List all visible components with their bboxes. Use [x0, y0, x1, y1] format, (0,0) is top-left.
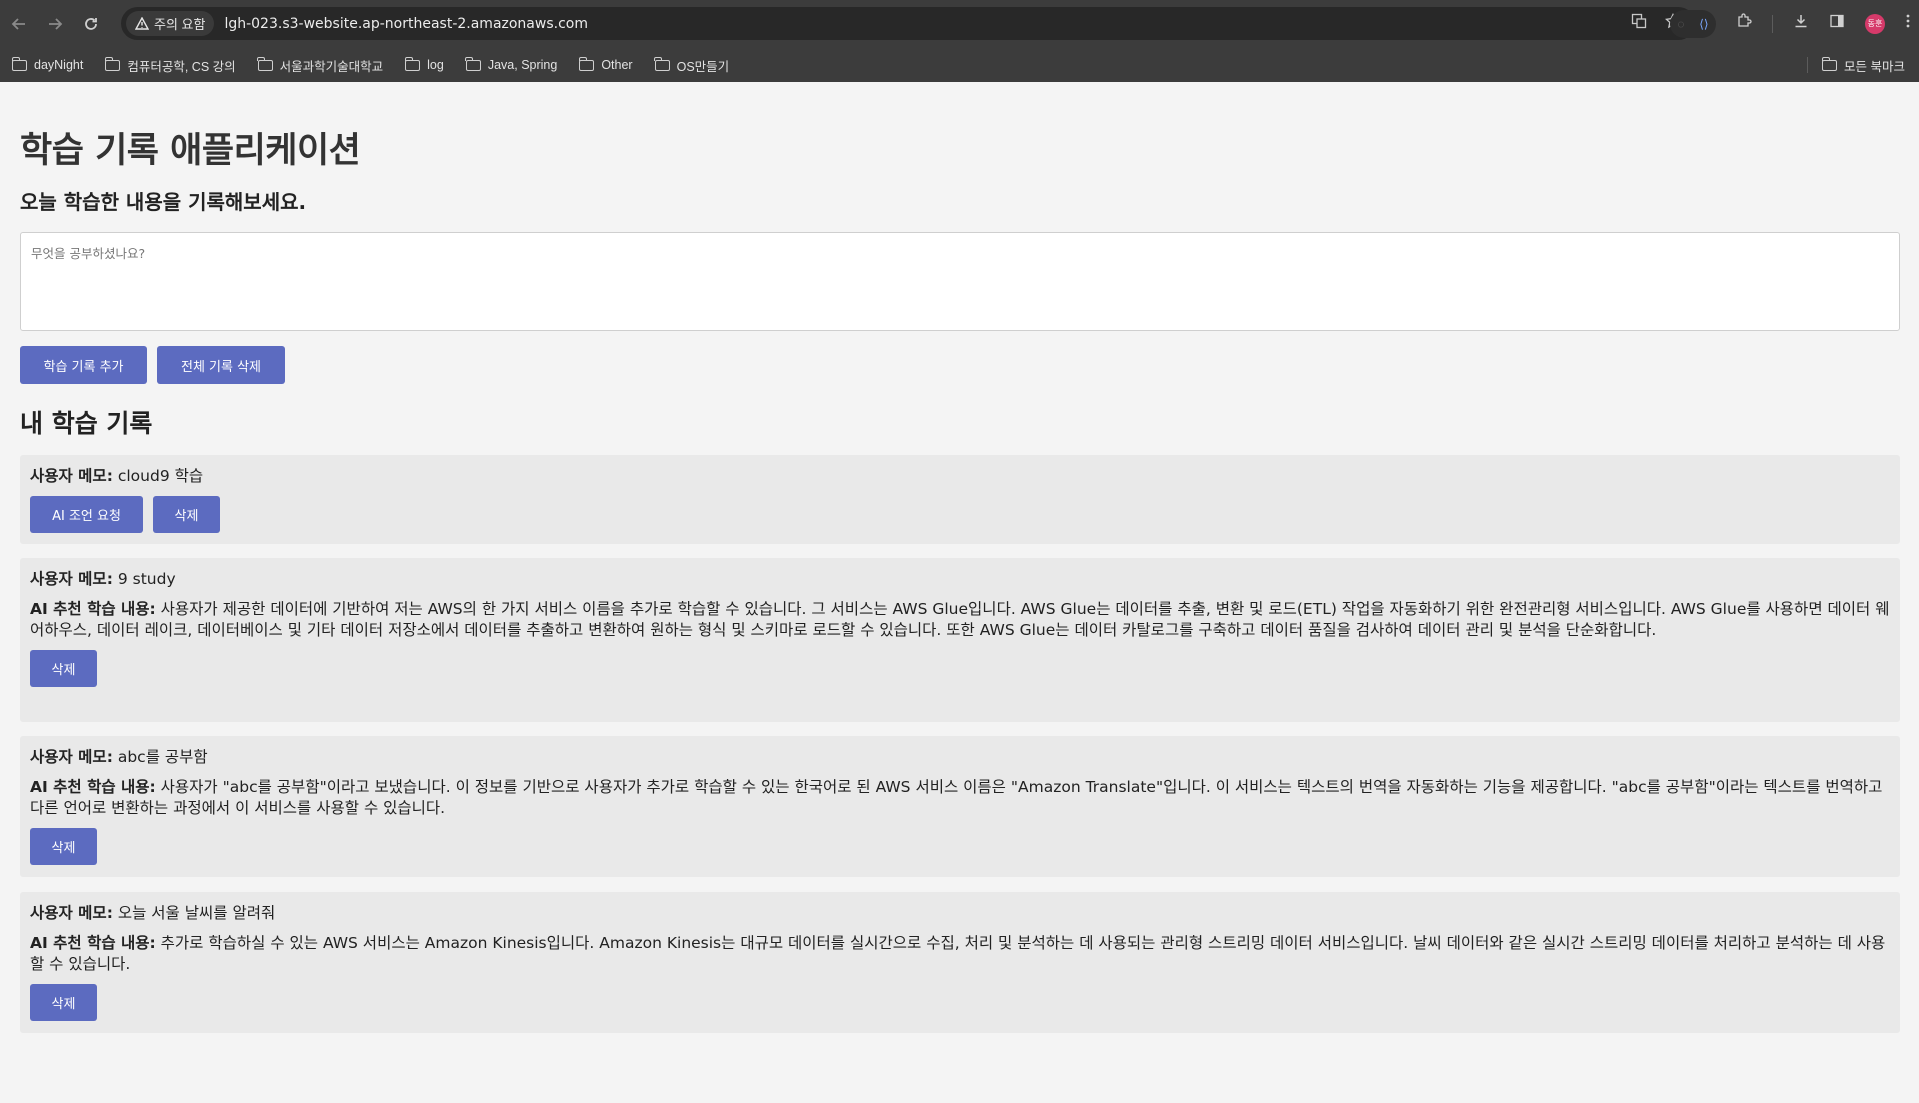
menu-kebab-icon[interactable] — [1905, 13, 1911, 34]
record-memo: 사용자 메모: cloud9 학습 — [30, 466, 1890, 487]
delete-all-button[interactable]: 전체 기록 삭제 — [157, 346, 285, 384]
extensions-slot[interactable]: ◌ ⟨⟩ — [1670, 9, 1716, 38]
security-label: 주의 요함 — [154, 17, 206, 32]
add-record-button[interactable]: 학습 기록 추가 — [20, 346, 147, 384]
browser-toolbar: 주의 요함 lgh-023.s3-website.ap-northeast-2.… — [0, 0, 1919, 47]
download-icon[interactable] — [1793, 13, 1809, 34]
back-button[interactable] — [2, 7, 36, 41]
back-arrow-icon — [11, 17, 25, 30]
delete-button[interactable]: 삭제 — [30, 828, 97, 865]
records-heading: 내 학습 기록 — [20, 409, 153, 438]
page-content: 학습 기록 애플리케이션 오늘 학습한 내용을 기록해보세요. 학습 기록 추가… — [0, 82, 1919, 1103]
bookmarks-bar: dayNight 컴퓨터공학, CS 강의 서울과학기술대학교 log Java… — [0, 48, 1919, 82]
record-card: 사용자 메모: abc를 공부함 AI 추천 학습 내용: 사용자가 "abc를… — [20, 736, 1900, 877]
forward-arrow-icon — [49, 17, 63, 30]
extension-icon: ⟨⟩ — [1699, 16, 1709, 31]
folder-icon — [404, 56, 421, 71]
record-memo: 사용자 메모: abc를 공부함 — [30, 747, 1890, 768]
all-bookmarks-button[interactable]: 모든 북마크 — [1821, 56, 1905, 75]
translate-icon[interactable] — [1631, 13, 1647, 34]
record-memo: 사용자 메모: 9 study — [30, 569, 1890, 590]
all-bookmarks-area: 모든 북마크 — [1807, 48, 1905, 82]
bookmark-folder[interactable]: log — [404, 56, 444, 72]
record-card: 사용자 메모: cloud9 학습 AI 조언 요청 삭제 — [20, 455, 1900, 544]
bookmarks-divider — [1807, 57, 1809, 73]
bookmark-folder[interactable]: 서울과학기술대학교 — [257, 56, 384, 75]
bookmark-folder[interactable]: Other — [578, 56, 633, 72]
bookmark-label: 서울과학기술대학교 — [279, 59, 384, 74]
bookmark-label: Other — [601, 58, 633, 72]
browser-chrome: 주의 요함 lgh-023.s3-website.ap-northeast-2.… — [0, 0, 1919, 82]
folder-icon — [578, 56, 595, 71]
bookmark-label: OS만들기 — [676, 59, 730, 74]
record-actions: 삭제 — [30, 984, 1890, 1021]
forward-button[interactable] — [38, 7, 72, 41]
security-chip[interactable]: 주의 요함 — [126, 11, 215, 36]
ai-label: AI 추천 학습 내용: — [30, 778, 156, 796]
input-prompt: 오늘 학습한 내용을 기록해보세요. — [20, 190, 307, 214]
folder-icon — [104, 56, 121, 71]
record-card: 사용자 메모: 오늘 서울 날씨를 알려줘 AI 추천 학습 내용: 추가로 학… — [20, 892, 1900, 1033]
study-memo-input[interactable] — [20, 232, 1900, 331]
folder-icon — [257, 56, 273, 71]
bookmark-folder[interactable]: dayNight — [11, 56, 84, 72]
memo-text: cloud9 학습 — [117, 467, 204, 485]
folder-icon — [1821, 56, 1838, 71]
toolbar-divider — [1772, 14, 1773, 33]
record-ai-recommendation: AI 추천 학습 내용: 추가로 학습하실 수 있는 AWS 서비스는 Amaz… — [30, 933, 1890, 975]
memo-label: 사용자 메모: — [30, 570, 113, 588]
bookmark-label: log — [427, 58, 444, 72]
bookmark-label: 모든 북마크 — [1844, 59, 1905, 74]
url-text: lgh-023.s3-website.ap-northeast-2.amazon… — [224, 15, 588, 32]
delete-button[interactable]: 삭제 — [153, 496, 220, 533]
delete-button[interactable]: 삭제 — [30, 650, 97, 687]
memo-label: 사용자 메모: — [30, 467, 113, 485]
bookmark-label: 컴퓨터공학, CS 강의 — [127, 59, 236, 74]
memo-label: 사용자 메모: — [30, 904, 113, 922]
memo-text: 9 study — [117, 570, 176, 588]
bookmark-label: dayNight — [34, 58, 84, 72]
memo-text: abc를 공부함 — [117, 748, 208, 766]
record-actions: AI 조언 요청 삭제 — [30, 496, 1890, 533]
ai-text: 사용자가 "abc를 공부함"이라고 보냈습니다. 이 정보를 기반으로 사용자… — [30, 778, 1883, 817]
record-ai-recommendation: AI 추천 학습 내용: 사용자가 "abc를 공부함"이라고 보냈습니다. 이… — [30, 777, 1890, 819]
ai-text: 추가로 학습하실 수 있는 AWS 서비스는 Amazon Kinesis입니다… — [30, 934, 1886, 973]
memo-text: 오늘 서울 날씨를 알려줘 — [117, 904, 276, 922]
record-memo: 사용자 메모: 오늘 서울 날씨를 알려줘 — [30, 903, 1890, 924]
side-panel-icon[interactable] — [1829, 13, 1845, 34]
reload-button[interactable] — [74, 7, 108, 41]
bookmark-label: Java, Spring — [487, 58, 558, 72]
browser-right-tools: ◌ ⟨⟩ 동훈 — [1670, 7, 1911, 40]
warning-icon — [135, 17, 149, 30]
ai-label: AI 추천 학습 내용: — [30, 600, 156, 618]
bookmark-folder[interactable]: OS만들기 — [654, 56, 730, 75]
folder-icon — [11, 56, 27, 71]
reload-icon — [85, 17, 97, 30]
bookmark-folder[interactable]: 컴퓨터공학, CS 강의 — [104, 56, 236, 75]
spinner-icon: ◌ — [1677, 16, 1685, 31]
folder-icon — [654, 56, 670, 71]
memo-label: 사용자 메모: — [30, 748, 113, 766]
bookmark-folder[interactable]: Java, Spring — [465, 56, 558, 72]
page-title: 학습 기록 애플리케이션 — [20, 131, 361, 171]
record-ai-recommendation: AI 추천 학습 내용: 사용자가 제공한 데이터에 기반하여 저는 AWS의 … — [30, 599, 1890, 641]
address-bar[interactable]: 주의 요함 lgh-023.s3-website.ap-northeast-2.… — [121, 7, 1695, 40]
ai-label: AI 추천 학습 내용: — [30, 934, 156, 952]
record-card: 사용자 메모: 9 study AI 추천 학습 내용: 사용자가 제공한 데이… — [20, 558, 1900, 722]
ai-text: 사용자가 제공한 데이터에 기반하여 저는 AWS의 한 가지 서비스 이름을 … — [30, 600, 1890, 639]
delete-button[interactable]: 삭제 — [30, 984, 97, 1021]
record-actions: 삭제 — [30, 650, 1890, 687]
record-actions: 삭제 — [30, 828, 1890, 865]
folder-icon — [465, 56, 481, 71]
ai-advice-button[interactable]: AI 조언 요청 — [30, 496, 143, 533]
profile-avatar[interactable]: 동훈 — [1865, 13, 1885, 34]
puzzle-icon[interactable] — [1736, 13, 1752, 34]
